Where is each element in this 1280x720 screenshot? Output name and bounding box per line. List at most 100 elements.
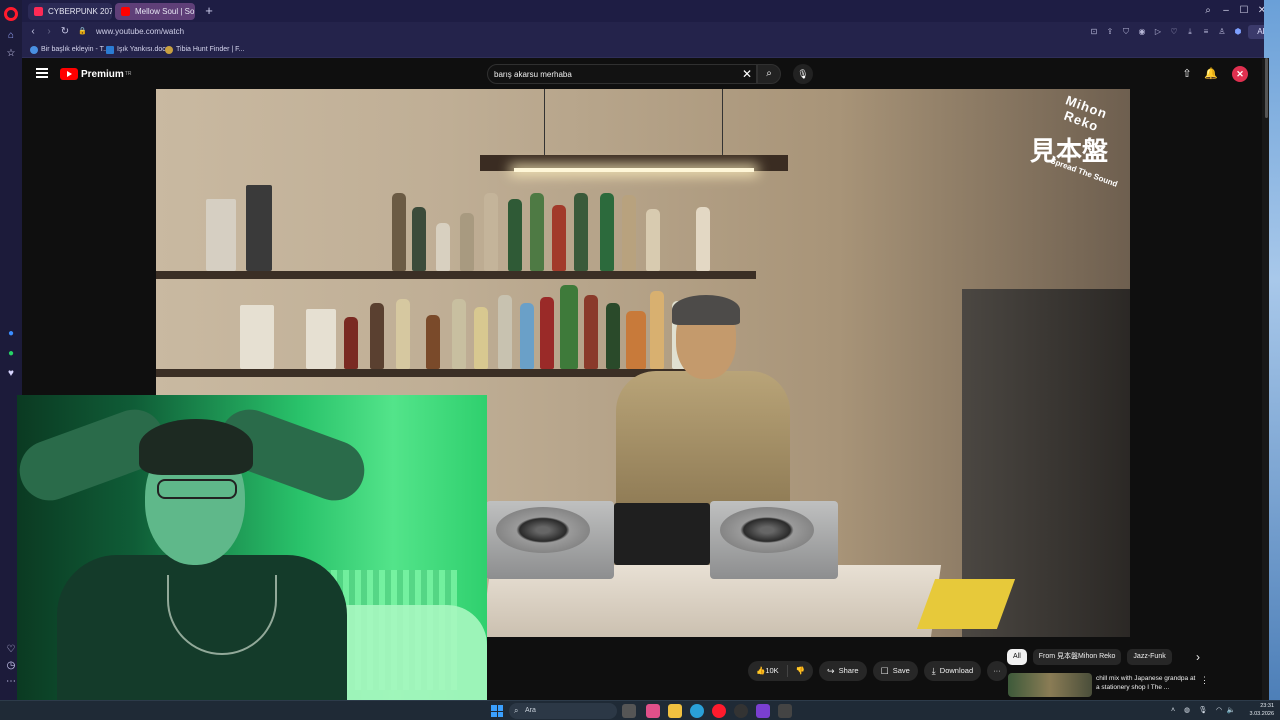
volume-icon[interactable]: 🔈 [1226,705,1236,717]
recommended-video[interactable]: chill mix with Japanese grandpa at a sta… [1008,673,1209,697]
heart-icon[interactable]: ♡ [1168,26,1180,38]
obs-icon[interactable] [734,704,748,718]
shield-icon[interactable]: ⛉ [1120,26,1132,38]
forward-icon[interactable]: › [42,25,56,39]
profile-icon[interactable]: ♙ [1216,26,1228,38]
youtube-header: Premium TR ✕ ⌕ 🎙 ⇧ 🔔 ✕ [22,59,1264,89]
bottle [646,209,660,271]
home-icon[interactable]: ⌂ [4,28,18,42]
channel-watermark[interactable]: Mihon Reko 見本盤 Spread The Sound [1014,93,1124,189]
voice-search-icon[interactable]: 🎙 [793,64,813,84]
reload-icon[interactable]: ↻ [58,25,72,39]
tracker-icon[interactable]: ◉ [1136,26,1148,38]
heart-sidebar-icon[interactable]: ♥ [4,366,18,380]
minimize-icon[interactable]: – [1218,3,1234,19]
chip-from-channel[interactable]: From 見本盤Mihon Reko [1032,649,1122,665]
video-title[interactable]: chill mix with Japanese grandpa at a sta… [1096,674,1196,692]
discord-icon[interactable] [756,704,770,718]
snipping-tool-icon[interactable] [778,704,792,718]
chevron-right-icon[interactable]: › [1190,649,1206,665]
tab-cyberpunk[interactable]: CYBERPUNK 2077 Judy's [28,3,112,20]
avatar[interactable]: ✕ [1232,66,1248,82]
bookmark-icon [30,46,38,54]
platter [720,507,814,553]
bookmarks-sidebar-icon[interactable]: ☆ [4,46,18,60]
hamburger-menu-icon[interactable] [36,68,48,78]
bottle [436,223,450,271]
save-button[interactable]: ☐ Save [872,661,918,681]
upload-icon[interactable]: ⇧ [1180,67,1194,81]
share-label: Share [838,666,859,675]
back-icon[interactable]: ‹ [26,25,40,39]
share-page-icon[interactable]: ⇪ [1104,26,1116,38]
bottle [540,297,554,369]
dislike-button[interactable]: 👎 [788,661,813,681]
windows-start-icon[interactable] [491,705,503,717]
chip-all[interactable]: All [1007,649,1027,665]
share-button[interactable]: ↪ Share [819,661,867,681]
tab-strip: CYBERPUNK 2077 Judy's Mellow Soul | Soul… [22,0,1280,22]
player-icon[interactable]: ▷ [1152,26,1164,38]
youtube-logo[interactable]: Premium TR [60,67,131,81]
url-field[interactable]: www.youtube.com/watch [96,25,184,39]
scrollbar-thumb[interactable] [1265,58,1268,118]
bookmark-item[interactable]: Tibia Hunt Finder | F... [165,44,244,56]
logo-country: TR [124,71,132,77]
clock-date: 3.03.2026 [1249,711,1274,717]
tab-mellow-soul[interactable]: Mellow Soul | Soul & [115,3,195,20]
youtube-scrollbar[interactable] [1262,59,1264,700]
ceiling-lamp [480,155,788,172]
download-button[interactable]: ⤓ Download [923,661,982,681]
like-button[interactable]: 👍 10K [748,661,787,681]
extension-icon[interactable]: ⊡ [1088,26,1100,38]
page-scrollbar[interactable] [1264,58,1269,700]
copilot-icon[interactable] [646,704,660,718]
notifications-bell-icon[interactable]: 🔔 [1204,67,1218,81]
tray-expand-icon[interactable]: ˄ [1168,705,1178,717]
edge-icon[interactable] [690,704,704,718]
taskbar-search[interactable]: ⌕ Ara [509,703,617,719]
more-actions-button[interactable]: ··· [987,661,1007,681]
microphone-tray-icon[interactable]: 🎙 [1198,705,1208,717]
download-icon[interactable]: ⤓ [1184,26,1196,38]
bottle [622,195,636,271]
wifi-icon[interactable]: ◠ [1214,705,1224,717]
new-tab-button[interactable]: + [202,4,216,18]
maximize-icon[interactable]: ☐ [1236,3,1252,19]
tab-search-icon[interactable]: ⌕ [1200,3,1216,19]
bottle [584,295,598,369]
box [246,185,272,271]
history-icon[interactable]: ◷ [4,658,18,672]
lock-icon: 🔒 [78,28,87,35]
bottle [530,193,544,271]
jacket [616,371,790,509]
bookmark-label: Tibia Hunt Finder | F... [176,46,245,53]
chip-jazz-funk[interactable]: Jazz-Funk [1127,649,1172,665]
bookmark-label: Bir başlık ekleyin - T... [41,46,109,53]
dj-mixer [614,503,710,565]
favorites-icon[interactable]: ♡ [4,642,18,656]
opera-logo-icon[interactable] [4,7,18,21]
taskbar-clock[interactable]: 23:31 3.03.2026 [1240,702,1274,718]
whatsapp-icon[interactable]: ● [4,346,18,360]
more-vert-icon[interactable]: ⋮ [1200,675,1209,686]
video-thumbnail[interactable] [1008,673,1092,697]
search-input[interactable] [494,67,734,82]
clock-time: 23:31 [1260,703,1274,709]
bookmark-item[interactable]: Işık Yankısı.docx [106,44,169,56]
messenger-icon[interactable]: ● [4,326,18,340]
opera-taskbar-icon[interactable] [712,704,726,718]
share-icon: ↪ [827,666,835,676]
file-explorer-icon[interactable] [668,704,682,718]
bottle [460,213,474,271]
search-button[interactable]: ⌕ [757,64,781,84]
vpn-icon[interactable]: ⬢ [1232,26,1244,38]
clear-search-icon[interactable]: ✕ [742,66,752,82]
menu-icon[interactable]: ≡ [1200,26,1212,38]
logo-text: Premium [81,68,124,80]
task-view-icon[interactable] [622,704,636,718]
bottle [552,205,566,271]
sidebar-more-icon[interactable]: ⋯ [4,674,18,688]
tray-app-icon[interactable]: ◍ [1182,705,1192,717]
bookmark-item[interactable]: Bir başlık ekleyin - T... [30,44,109,56]
